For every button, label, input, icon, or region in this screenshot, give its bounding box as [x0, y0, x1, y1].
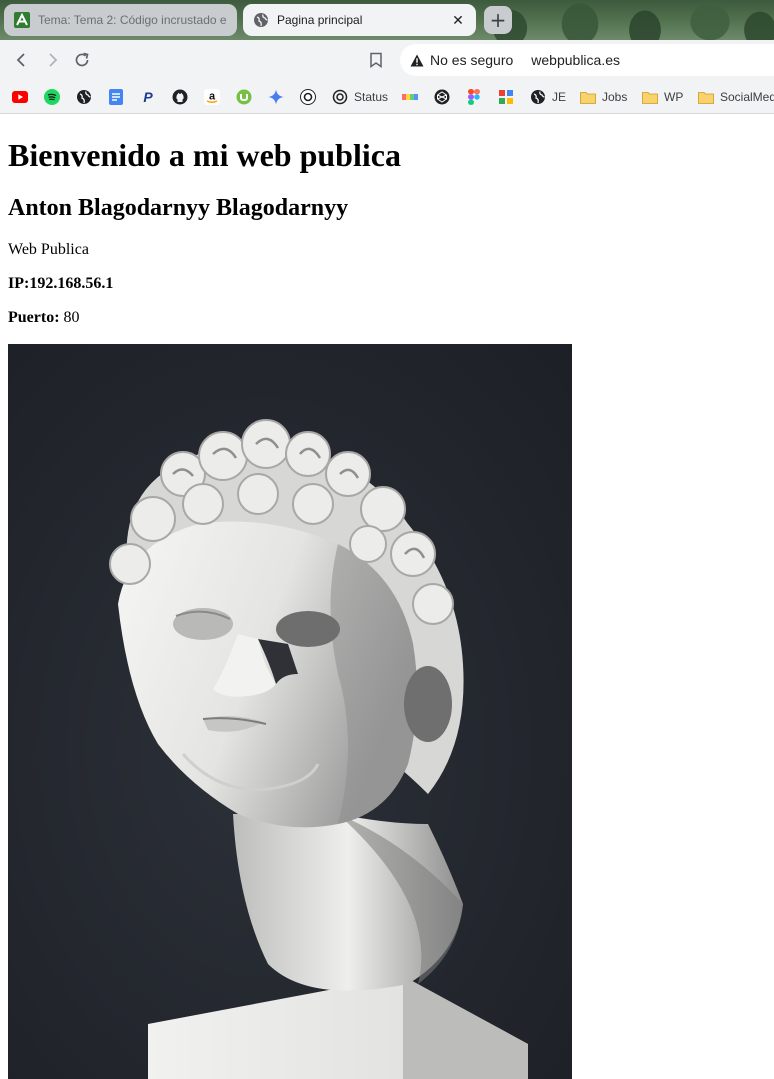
warning-icon[interactable] — [410, 54, 424, 67]
tab-title: Tema: Tema 2: Código incrustado en — [38, 13, 227, 27]
globe-icon — [253, 12, 269, 28]
reload-icon — [75, 52, 89, 67]
bookmark-globe[interactable] — [76, 86, 92, 108]
folder-icon — [580, 89, 596, 105]
bookmarks-bar: P a Status JE Jobs WP SocialMed — [0, 80, 774, 114]
port-value: 80 — [63, 309, 80, 326]
utorrent-icon — [236, 89, 252, 105]
url-text[interactable]: webpublica.es — [531, 52, 620, 68]
tab-title: Pagina principal — [277, 13, 363, 27]
codepen-icon — [434, 89, 450, 105]
tab-pagina-principal[interactable]: Pagina principal ✕ — [243, 4, 476, 36]
bookmark-github[interactable] — [172, 86, 188, 108]
plus-icon: + — [489, 8, 507, 32]
youtube-icon — [12, 89, 28, 105]
globe-icon — [76, 89, 92, 105]
reload-button[interactable] — [70, 48, 94, 72]
page-heading: Bienvenido a mi web publica — [8, 137, 401, 173]
security-status[interactable]: No es seguro — [430, 52, 513, 68]
statue-image — [8, 344, 572, 1079]
window-background — [470, 0, 774, 40]
bookmark-amazon[interactable]: a — [204, 86, 220, 108]
forward-button[interactable] — [40, 48, 64, 72]
bookmark-gemini[interactable] — [268, 86, 284, 108]
gemini-icon — [268, 89, 284, 105]
bookmark-label: Status — [354, 90, 389, 104]
folder-icon — [642, 89, 658, 105]
author-name: Anton Blagodarnyy Blagodarnyy — [8, 195, 349, 221]
tab-strip: Tema: Tema 2: Código incrustado en Pagin… — [0, 0, 774, 40]
figma-icon — [466, 89, 482, 105]
folder-icon — [698, 89, 714, 105]
bookmark-youtube[interactable] — [12, 86, 28, 108]
address-bar[interactable]: No es seguro webpublica.es — [400, 44, 774, 76]
bookmark-page-button[interactable] — [366, 50, 386, 70]
github-icon — [172, 89, 188, 105]
ip-address: IP:192.168.56.1 — [8, 275, 114, 292]
bookmark-blocks[interactable] — [498, 86, 514, 108]
bookmark-codepen[interactable] — [434, 86, 450, 108]
openai-icon — [332, 89, 348, 105]
bookmark-label: WP — [664, 90, 684, 104]
colors-icon — [402, 89, 418, 105]
bookmark-label: Jobs — [602, 90, 628, 104]
port-info: Puerto: 80 — [8, 309, 80, 327]
tab-tema2[interactable]: Tema: Tema 2: Código incrustado en — [4, 4, 237, 36]
bookmark-folder-socialmed[interactable]: SocialMed — [698, 86, 774, 108]
openai-icon — [300, 89, 316, 105]
bookmark-paypal[interactable]: P — [140, 86, 156, 108]
bookmark-openai[interactable] — [300, 86, 316, 108]
bookmark-colors[interactable] — [402, 86, 418, 108]
svg-text:a: a — [209, 91, 216, 103]
bookmark-label: SocialMed — [720, 90, 774, 104]
blocks-icon — [498, 89, 514, 105]
bookmark-docs[interactable] — [108, 86, 124, 108]
moodle-icon — [14, 12, 30, 28]
amazon-icon: a — [204, 89, 220, 105]
back-button[interactable] — [10, 48, 34, 72]
bookmark-icon — [370, 52, 382, 68]
globe-icon — [530, 89, 546, 105]
site-description: Web Publica — [8, 241, 89, 258]
bookmark-utorrent[interactable] — [236, 86, 252, 108]
bookmark-status[interactable]: Status — [332, 86, 388, 108]
arrow-left-icon — [16, 53, 25, 67]
bookmark-figma[interactable] — [466, 86, 482, 108]
close-tab-icon[interactable]: ✕ — [450, 12, 466, 28]
arrow-right-icon — [49, 53, 58, 67]
docs-icon — [108, 89, 124, 105]
bookmark-je[interactable]: JE — [530, 86, 566, 108]
bookmark-spotify[interactable] — [44, 86, 60, 108]
bookmark-folder-jobs[interactable]: Jobs — [580, 86, 627, 108]
spotify-icon — [44, 89, 60, 105]
bookmark-label: JE — [552, 90, 567, 104]
new-tab-button[interactable]: + — [484, 6, 512, 34]
port-label: Puerto: — [8, 309, 60, 326]
paypal-icon: P — [143, 89, 153, 105]
bookmark-folder-wp[interactable]: WP — [642, 86, 683, 108]
